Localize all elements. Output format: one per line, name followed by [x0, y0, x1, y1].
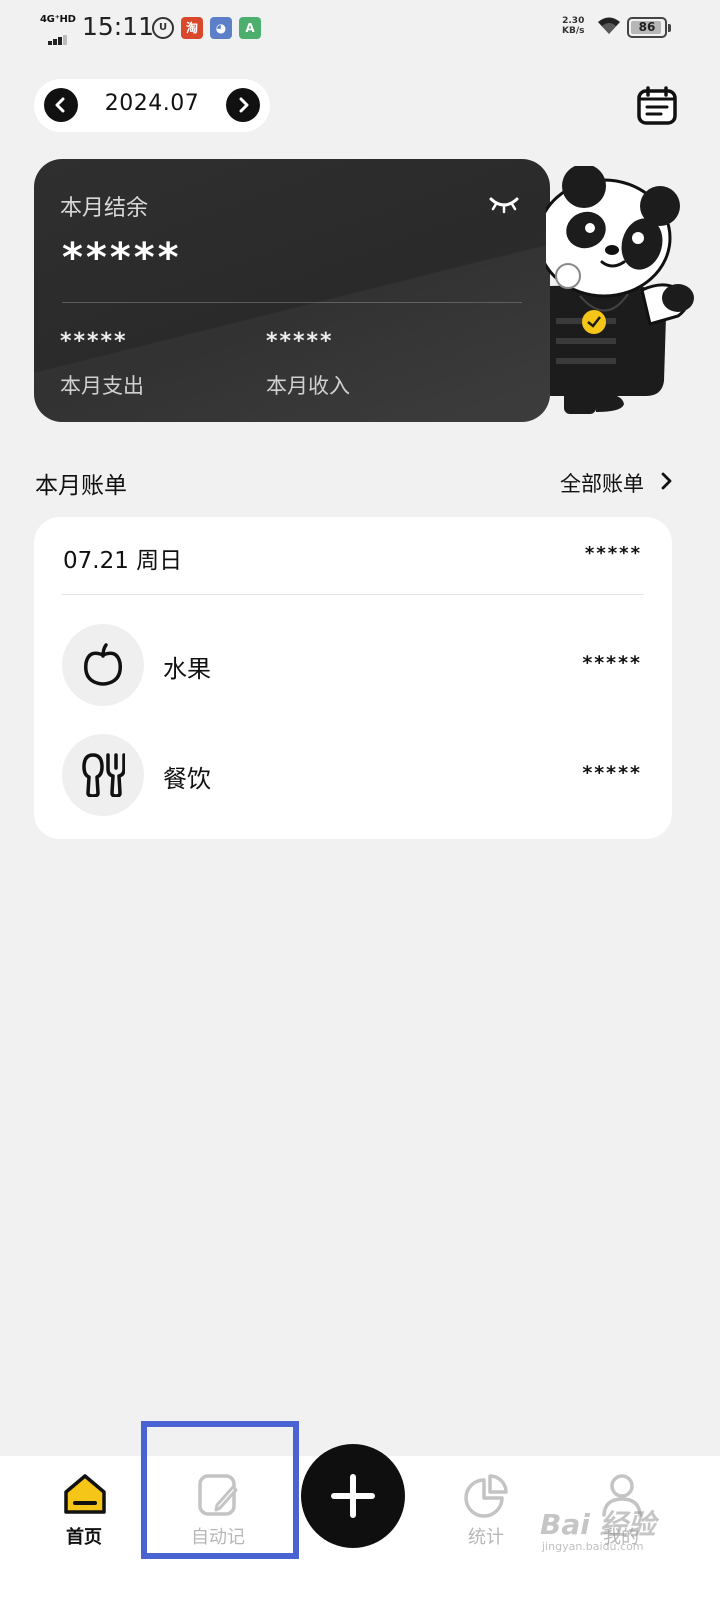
add-record-button[interactable]	[301, 1444, 405, 1548]
battery-level: 86	[638, 20, 656, 34]
pie-chart-icon	[464, 1474, 508, 1518]
wifi-icon	[598, 17, 620, 34]
list-item[interactable]: 餐饮 *****	[34, 730, 672, 820]
dining-icon	[62, 734, 144, 816]
signal-bars-icon	[48, 26, 68, 45]
taobao-icon: 淘	[181, 17, 203, 39]
highlight-annotation	[141, 1421, 299, 1559]
notification-icons: U 淘 ◕ A	[152, 17, 261, 39]
bill-day-card: 07.21 周日 ***** 水果 ***** 餐饮 *****	[34, 517, 672, 839]
a-app-icon: A	[239, 17, 261, 39]
watermark-url: jingyan.baidu.com	[542, 1540, 644, 1553]
bills-section-title: 本月账单	[35, 473, 127, 499]
speed-unit: KB/s	[562, 26, 585, 36]
bill-item-name: 水果	[163, 655, 211, 683]
chevron-right-icon	[239, 97, 249, 113]
income-label: 本月收入	[266, 374, 350, 398]
chevron-left-icon	[55, 97, 65, 113]
next-month-button[interactable]	[226, 88, 260, 122]
network-type: 4G⁺HD	[40, 14, 76, 25]
balance-amount: *****	[62, 235, 182, 281]
card-divider	[62, 302, 522, 303]
plus-icon	[331, 1474, 375, 1518]
all-bills-link[interactable]: 全部账单	[560, 468, 644, 498]
nav-stats-label: 统计	[468, 1527, 504, 1548]
chevron-right-icon[interactable]	[660, 472, 674, 490]
expense-label: 本月支出	[60, 374, 144, 398]
calendar-icon[interactable]	[636, 86, 678, 126]
bill-date: 07.21 周日	[63, 548, 183, 574]
current-month[interactable]: 2024.07	[86, 91, 218, 116]
hidden-eye-icon[interactable]	[488, 193, 520, 215]
month-picker: 2024.07	[34, 79, 270, 132]
nav-home-label: 首页	[66, 1527, 102, 1548]
bill-day-total: *****	[584, 543, 642, 564]
unicom-icon: U	[152, 17, 174, 39]
network-speed: 2.30 KB/s	[562, 16, 584, 36]
battery-icon: 86	[627, 17, 671, 38]
nav-home[interactable]: 首页	[24, 1456, 144, 1576]
income-amount: *****	[266, 329, 334, 354]
status-bar: 4G⁺HD 15:11 U 淘 ◕ A 2.30 KB/s 86	[0, 0, 720, 56]
home-icon	[64, 1474, 106, 1514]
bill-item-amount: *****	[582, 652, 642, 674]
balance-title: 本月结余	[60, 196, 149, 221]
bill-item-amount: *****	[582, 762, 642, 784]
nav-stats[interactable]: 统计	[426, 1456, 546, 1576]
bill-item-name: 餐饮	[163, 765, 211, 793]
clock: 15:11	[82, 12, 155, 41]
cartoon-app-icon: ◕	[210, 17, 232, 39]
speed-value: 2.30	[562, 16, 585, 26]
bill-divider	[62, 594, 644, 595]
expense-amount: *****	[60, 329, 128, 354]
watermark: Bai 经验	[540, 1508, 656, 1541]
list-item[interactable]: 水果 *****	[34, 620, 672, 710]
panda-mascot	[546, 166, 694, 414]
prev-month-button[interactable]	[44, 88, 78, 122]
fruit-icon	[62, 624, 144, 706]
balance-card[interactable]: 本月结余 ***** ***** 本月支出 ***** 本月收入	[34, 159, 550, 422]
signal-indicator: 4G⁺HD	[40, 14, 78, 45]
